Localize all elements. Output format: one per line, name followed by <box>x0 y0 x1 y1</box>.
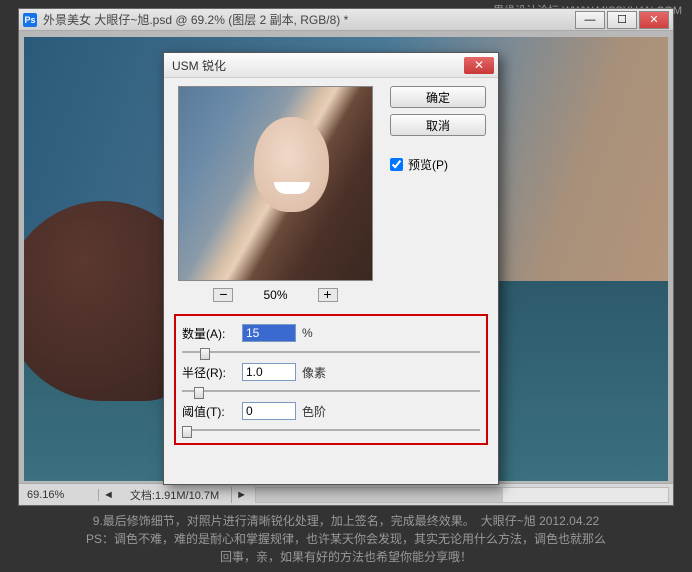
threshold-row: 阈值(T): 色阶 <box>182 402 480 437</box>
preview-image <box>179 87 372 280</box>
threshold-label: 阈值(T): <box>182 403 236 420</box>
threshold-track <box>182 429 480 431</box>
ok-button[interactable]: 确定 <box>390 86 486 108</box>
scroll-left-icon[interactable]: ◄ <box>99 489 118 501</box>
zoom-level[interactable]: 69.16% <box>19 489 99 501</box>
threshold-unit: 色阶 <box>302 403 326 420</box>
tutorial-caption: 9.最后修饰细节，对照片进行清晰锐化处理，加上签名，完成最终效果。 大眼仔~旭 … <box>18 512 674 566</box>
dialog-titlebar[interactable]: USM 锐化 ✕ <box>164 53 498 78</box>
usm-sharpen-dialog: USM 锐化 ✕ − 50% + 确定 取消 预览(P) <box>163 52 499 485</box>
preview-face <box>254 117 329 212</box>
amount-unit: % <box>302 326 313 340</box>
preview-label: 预览(P) <box>408 156 448 173</box>
radius-track <box>182 390 480 392</box>
ps-document-title: 外景美女 大眼仔~旭.psd @ 69.2% (图层 2 副本, RGB/8) … <box>43 11 573 28</box>
dialog-close-button[interactable]: ✕ <box>464 57 494 74</box>
minimize-button[interactable]: — <box>575 11 605 29</box>
radius-slider[interactable] <box>182 384 480 398</box>
ps-app-icon: Ps <box>23 13 37 27</box>
cancel-button[interactable]: 取消 <box>390 114 486 136</box>
amount-track <box>182 351 480 353</box>
threshold-slider[interactable] <box>182 423 480 437</box>
ps-titlebar: Ps 外景美女 大眼仔~旭.psd @ 69.2% (图层 2 副本, RGB/… <box>19 9 673 31</box>
amount-thumb[interactable] <box>200 348 210 360</box>
amount-row: 数量(A): % <box>182 324 480 359</box>
radius-label: 半径(R): <box>182 364 236 381</box>
zoom-controls: − 50% + <box>178 288 373 302</box>
radius-unit: 像素 <box>302 364 326 381</box>
close-button[interactable]: ✕ <box>639 11 669 29</box>
radius-thumb[interactable] <box>194 387 204 399</box>
caption-line-1: 9.最后修饰细节，对照片进行清晰锐化处理，加上签名，完成最终效果。 大眼仔~旭 … <box>18 512 674 530</box>
zoom-out-button[interactable]: − <box>213 288 233 302</box>
threshold-thumb[interactable] <box>182 426 192 438</box>
button-panel: 确定 取消 预览(P) <box>390 86 486 173</box>
preview-checkbox-row[interactable]: 预览(P) <box>390 156 486 173</box>
radius-input[interactable] <box>242 363 296 381</box>
status-bar: 69.16% ◄ 文档:1.91M/10.7M ► <box>19 483 673 505</box>
caption-line-2: PS：调色不难，难的是耐心和掌握规律，也许某天你会发现，其实无论用什么方法，调色… <box>18 530 674 548</box>
parameters-panel: 数量(A): % 半径(R): 像素 <box>174 314 488 445</box>
amount-input[interactable] <box>242 324 296 342</box>
caption-line-3: 回事，亲，如果有好的方法也希望你能分享哦！ <box>18 548 674 566</box>
scroll-right-icon[interactable]: ► <box>232 489 251 501</box>
maximize-button[interactable]: ☐ <box>607 11 637 29</box>
zoom-in-button[interactable]: + <box>318 288 338 302</box>
radius-row: 半径(R): 像素 <box>182 363 480 398</box>
h-scrollbar[interactable] <box>255 487 669 503</box>
document-info: 文档:1.91M/10.7M <box>118 487 232 503</box>
amount-label: 数量(A): <box>182 325 236 342</box>
h-scroll-thumb[interactable] <box>256 488 503 502</box>
dialog-title: USM 锐化 <box>168 57 464 74</box>
zoom-percent: 50% <box>263 288 287 302</box>
amount-slider[interactable] <box>182 345 480 359</box>
threshold-input[interactable] <box>242 402 296 420</box>
preview-checkbox[interactable] <box>390 158 403 171</box>
preview-box[interactable] <box>178 86 373 281</box>
